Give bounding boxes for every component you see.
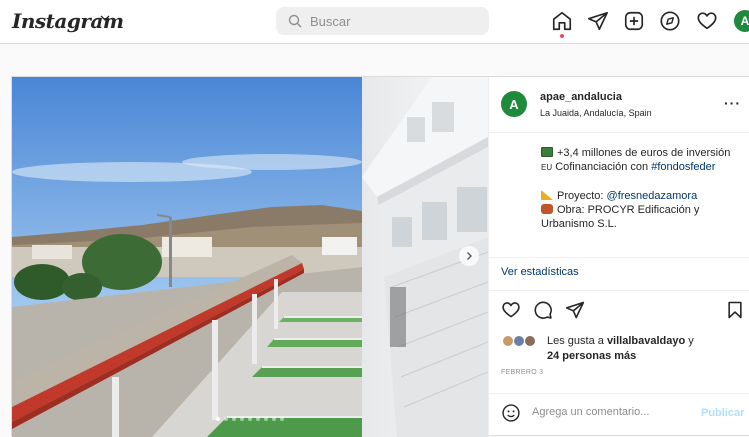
- brick-emoji-icon: [541, 204, 553, 214]
- emoji-icon[interactable]: [501, 403, 521, 423]
- building-photo: [12, 77, 488, 437]
- publish-button[interactable]: Publicar: [701, 407, 744, 419]
- new-post-icon[interactable]: [623, 10, 645, 32]
- search-input[interactable]: Buscar: [310, 14, 350, 29]
- carousel-dot: [256, 417, 260, 421]
- post-header: A apae_andalucia La Juaida, Andalucía, S…: [489, 77, 749, 133]
- bookmark-icon[interactable]: [725, 300, 747, 322]
- divider: [489, 393, 749, 394]
- caption-obra: Obra: PROCYR Edificación y Urbanismo S.L…: [541, 204, 700, 230]
- hashtag-link[interactable]: #fondosfeder: [651, 161, 715, 173]
- post-date[interactable]: FEBRERO 3: [501, 369, 543, 376]
- post-card: A apae_andalucia La Juaida, Andalucía, S…: [11, 76, 749, 437]
- caption-cofinance: Cofinanciación con: [555, 161, 652, 173]
- search-icon: [288, 14, 302, 28]
- carousel-dot: [280, 417, 284, 421]
- carousel-dot: [240, 417, 244, 421]
- carousel-indicator: [216, 417, 284, 421]
- carousel-dot: [272, 417, 276, 421]
- divider: [489, 290, 749, 291]
- profile-avatar[interactable]: A: [734, 10, 749, 32]
- carousel-dot: [248, 417, 252, 421]
- post-location[interactable]: La Juaida, Andalucía, Spain: [540, 108, 652, 118]
- home-active-dot: [560, 34, 564, 38]
- carousel-dot: [264, 417, 268, 421]
- eu-flag-icon: EU: [541, 163, 553, 172]
- post-sidebar: A apae_andalucia La Juaida, Andalucía, S…: [488, 77, 749, 437]
- comment-bar: Publicar: [489, 399, 749, 437]
- carousel-dot: [216, 417, 220, 421]
- likes-prefix: Les gusta a: [547, 335, 607, 347]
- comment-input[interactable]: [532, 406, 692, 418]
- caption-proyecto: Proyecto:: [557, 190, 607, 202]
- likes-others-link[interactable]: 24 personas más: [547, 350, 636, 362]
- top-nav: Instagram Buscar A: [0, 0, 749, 44]
- author-username[interactable]: apae_andalucia: [540, 91, 622, 103]
- money-emoji-icon: [541, 147, 553, 157]
- comment-icon[interactable]: [533, 300, 555, 322]
- carousel-next-button[interactable]: [459, 246, 479, 266]
- home-icon[interactable]: [551, 10, 573, 32]
- view-insights-link[interactable]: Ver estadísticas: [501, 266, 579, 278]
- triangle-ruler-icon: [541, 190, 553, 200]
- likes-summary: Les gusta a villalbavaldayo y 24 persona…: [547, 334, 727, 364]
- divider: [489, 257, 749, 258]
- activity-heart-icon[interactable]: [696, 10, 718, 32]
- more-options-icon[interactable]: ···: [724, 95, 741, 111]
- carousel-dot: [232, 417, 236, 421]
- likes-conjunction: y: [685, 335, 694, 347]
- chevron-right-icon: [467, 252, 472, 260]
- explore-icon[interactable]: [659, 10, 681, 32]
- mention-link[interactable]: @fresnedazamora: [607, 190, 698, 202]
- carousel-dot: [224, 417, 228, 421]
- liker-avatar[interactable]: [524, 335, 536, 347]
- share-icon[interactable]: [565, 300, 587, 322]
- post-caption: +3,4 millones de euros de inversión EU C…: [541, 146, 731, 231]
- post-photo[interactable]: [12, 77, 488, 437]
- author-avatar[interactable]: A: [501, 91, 527, 117]
- search-box[interactable]: Buscar: [276, 7, 489, 35]
- direct-icon[interactable]: [587, 10, 609, 32]
- liker-username[interactable]: villalbavaldayo: [607, 335, 685, 347]
- like-heart-icon[interactable]: [501, 300, 523, 322]
- chevron-down-icon[interactable]: [99, 12, 111, 24]
- caption-investment: +3,4 millones de euros de inversión: [557, 147, 731, 159]
